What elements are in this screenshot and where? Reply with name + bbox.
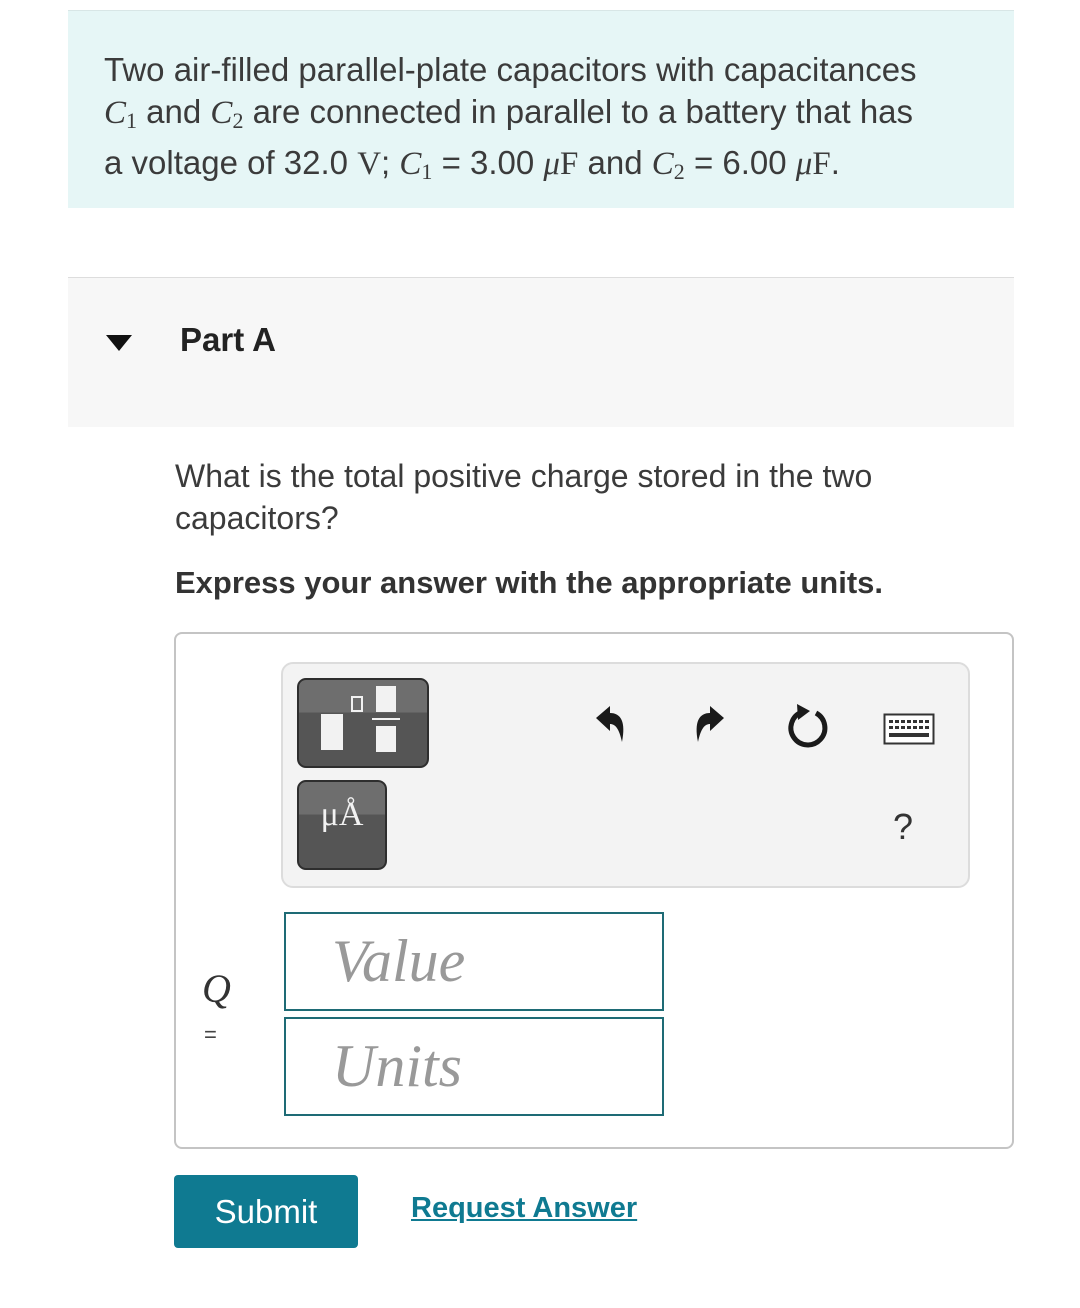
problem-text-segment: and bbox=[137, 93, 211, 130]
capacitor-1-letter: C bbox=[104, 95, 127, 131]
templates-icon bbox=[321, 686, 400, 752]
capacitor-2-subscript: 2 bbox=[232, 108, 244, 133]
reset-icon[interactable] bbox=[785, 700, 831, 750]
redo-icon[interactable] bbox=[690, 700, 732, 746]
volt-unit: V bbox=[357, 146, 382, 182]
problem-text-segment: a voltage of 32.0 bbox=[104, 144, 358, 181]
part-label: Part A bbox=[180, 321, 276, 358]
request-answer-link[interactable]: Request Answer bbox=[411, 1192, 637, 1225]
units-symbol: μÅ bbox=[320, 796, 364, 833]
submit-button[interactable]: Submit bbox=[174, 1175, 358, 1248]
units-input[interactable] bbox=[284, 1017, 664, 1116]
keyboard-icon[interactable] bbox=[883, 713, 935, 745]
instruction-text: Express your answer with the appropriate… bbox=[175, 565, 884, 600]
capacitor-1-subscript: 1 bbox=[126, 108, 138, 133]
farad-unit: F bbox=[560, 146, 579, 182]
value-input[interactable] bbox=[284, 912, 664, 1011]
problem-text: Two air-filled parallel-plate capacitors… bbox=[104, 49, 984, 193]
problem-text-segment: Two air-filled parallel-plate capacitors… bbox=[104, 51, 917, 88]
templates-button[interactable] bbox=[297, 678, 429, 768]
capacitor-2-letter: C bbox=[651, 146, 674, 182]
capacitor-2-subscript: 2 bbox=[673, 159, 685, 184]
capacitor-1-symbol: C1 bbox=[104, 95, 138, 133]
answer-variable: Q bbox=[202, 966, 231, 1011]
problem-text-segment: and bbox=[578, 144, 652, 181]
problem-text-segment: ; bbox=[381, 144, 400, 181]
capacitor-1-subscript: 1 bbox=[421, 159, 433, 184]
farad-unit: F bbox=[812, 146, 831, 182]
capacitor-1-letter: C bbox=[399, 146, 422, 182]
capacitor-2-symbol: C2 bbox=[210, 95, 244, 133]
problem-text-segment: . bbox=[830, 144, 840, 181]
caret-down-icon[interactable] bbox=[104, 331, 134, 355]
capacitor-1-symbol: C1 bbox=[399, 146, 433, 184]
capacitor-1-value: = 3.00 bbox=[432, 144, 544, 181]
problem-statement-box: Two air-filled parallel-plate capacitors… bbox=[68, 10, 1014, 208]
equals-sign: = bbox=[204, 1022, 217, 1047]
part-a-header[interactable]: Part A bbox=[68, 277, 1014, 427]
capacitor-2-letter: C bbox=[210, 95, 233, 131]
capacitor-2-value: = 6.00 bbox=[684, 144, 796, 181]
undo-icon[interactable] bbox=[588, 700, 630, 746]
problem-text-segment: are connected in parallel to a battery t… bbox=[243, 93, 914, 130]
capacitor-2-symbol: C2 bbox=[651, 146, 685, 184]
micro-symbol: μ bbox=[795, 146, 813, 182]
question-text: What is the total positive charge stored… bbox=[175, 458, 873, 536]
micro-symbol: μ bbox=[543, 146, 560, 182]
help-button[interactable]: ? bbox=[893, 806, 913, 848]
units-button[interactable]: μÅ bbox=[297, 780, 387, 870]
